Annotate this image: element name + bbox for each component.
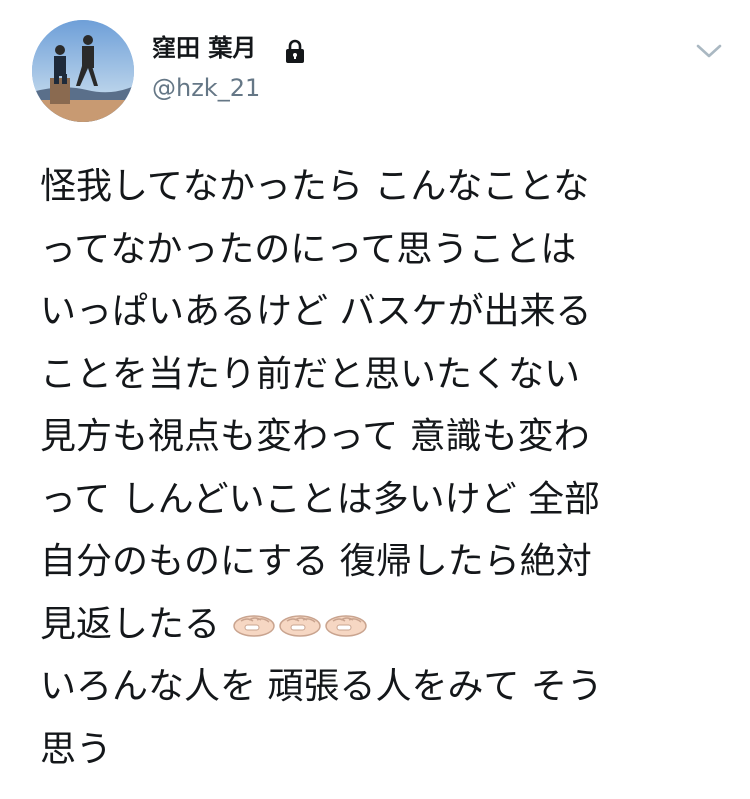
tweet-line: ってなかったのにって思うことは	[40, 228, 577, 270]
tweet-line-with-emoji: 見返したる	[40, 594, 730, 657]
tweet-line: 自分のものにする 復帰したら絶対	[40, 541, 592, 582]
tweet-text: 怪我してなかったら こんなことな ってなかったのにって思うことは いっぱいあるけ…	[40, 156, 730, 781]
tweet-line: ことを当たり前だと思いたくない	[40, 353, 581, 395]
tweet-line: いろんな人を 頑張る人をみて そう	[40, 666, 603, 707]
left-fist-emoji-icon	[277, 611, 323, 639]
lock-icon	[286, 39, 304, 63]
left-fist-emoji-icon	[323, 611, 369, 639]
tweet-line: 思う	[40, 728, 113, 770]
left-fist-emoji-icon	[231, 611, 277, 639]
tweet-line: 怪我してなかったら こんなことな	[40, 166, 590, 207]
user-handle[interactable]: @hzk_21	[152, 71, 260, 105]
tweet-line-text: 見返したる	[40, 603, 221, 645]
avatar-photo	[32, 20, 134, 122]
display-name[interactable]: 窪田 葉月	[152, 30, 256, 66]
tweet-line: 見方も視点も変わって 意識も変わ	[40, 416, 590, 457]
tweet-header: 窪田 葉月 @hzk_21	[0, 0, 750, 140]
avatar[interactable]	[32, 20, 134, 122]
tweet-line: いっぱいあるけど バスケが出来る	[40, 291, 592, 332]
chevron-down-icon[interactable]	[694, 40, 724, 62]
tweet-line: って しんどいことは多いけど 全部	[40, 478, 601, 520]
